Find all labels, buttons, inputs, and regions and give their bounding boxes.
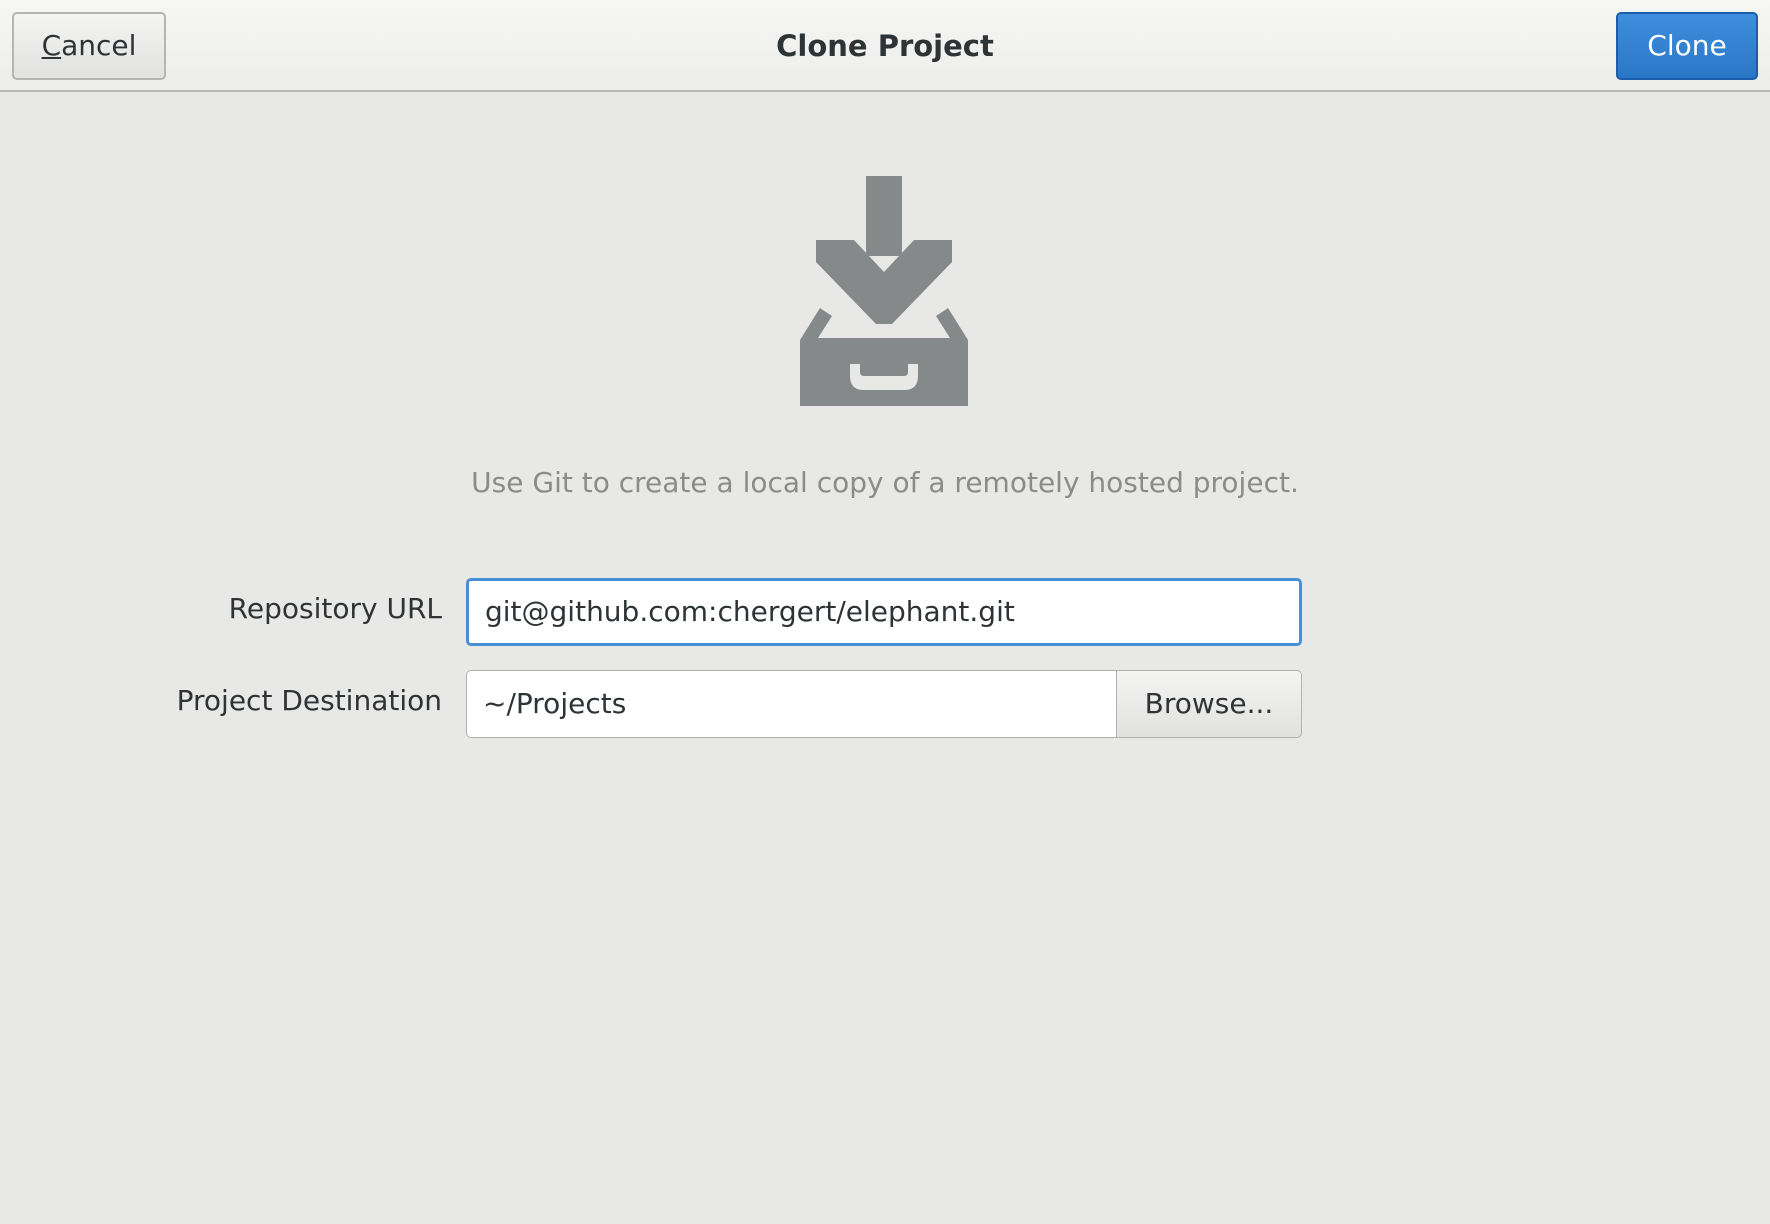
clone-project-dialog: Cancel Clone Project Clone Use Git to cr… (0, 0, 1770, 1224)
header-bar: Cancel Clone Project Clone (0, 0, 1770, 92)
clone-button[interactable]: Clone (1616, 12, 1758, 80)
browse-button[interactable]: Browse... (1116, 670, 1302, 738)
repository-url-input[interactable]: git@github.com:chergert/elephant.git (466, 578, 1302, 646)
repository-url-label: Repository URL (228, 592, 442, 625)
project-destination-input[interactable]: ~/Projects (466, 670, 1118, 738)
project-destination-label: Project Destination (176, 684, 442, 717)
description-text: Use Git to create a local copy of a remo… (471, 466, 1299, 499)
folder-download-icon (800, 176, 968, 406)
dialog-title: Clone Project (776, 29, 994, 63)
